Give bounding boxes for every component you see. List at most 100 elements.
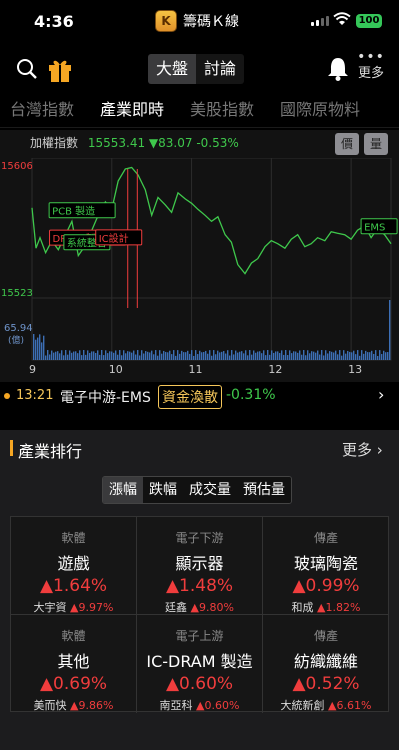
- volume-bar: [325, 350, 327, 360]
- stock-name: 和成: [291, 601, 314, 614]
- volume-toggle-button[interactable]: 量: [364, 133, 388, 155]
- industry-change: ▲0.60%: [165, 674, 234, 694]
- volume-bar: [281, 350, 283, 360]
- volume-bar: [107, 353, 109, 360]
- ranking-title: 產業排行: [18, 442, 83, 461]
- leading-stock: 南亞科 ▲0.60%: [137, 697, 262, 713]
- stock-change: ▲0.60%: [196, 699, 240, 712]
- tab-taiwan-index[interactable]: 台灣指數: [10, 96, 74, 127]
- industry-name: 紡織纖維: [293, 652, 358, 671]
- volume-bar: [95, 352, 97, 360]
- sort-tab-volume[interactable]: 成交量: [183, 477, 237, 503]
- volume-bar: [159, 350, 161, 360]
- stock-change: ▲9.86%: [70, 699, 114, 712]
- volume-bar: [279, 353, 281, 360]
- volume-bar: [327, 353, 329, 360]
- volume-bar: [117, 354, 119, 360]
- industry-category: 軟體: [61, 629, 86, 643]
- leading-stock: 和成 ▲1.82%: [263, 599, 389, 615]
- ranking-header: 產業排行 更多 ›: [0, 430, 399, 470]
- volume-bar: [39, 334, 41, 360]
- price-toggle-button[interactable]: 價: [335, 133, 359, 155]
- intraday-chart[interactable]: 15606 15523 65.94 (億) PCB 製造DRAM 製造系統整合I…: [0, 158, 399, 378]
- sort-tabs: 漲幅 跌幅 成交量 預估量: [102, 476, 292, 504]
- volume-bar: [255, 352, 257, 360]
- volume-bar: [285, 350, 287, 360]
- stock-name: 美而快: [33, 699, 67, 712]
- volume-bar: [197, 354, 199, 360]
- volume-bar: [373, 353, 375, 360]
- bell-icon[interactable]: [326, 56, 350, 82]
- volume-bar: [319, 354, 321, 360]
- volume-bar: [253, 350, 255, 360]
- industry-category: 軟體: [61, 531, 86, 545]
- volume-bar: [135, 354, 137, 360]
- volume-bar: [151, 350, 153, 360]
- volume-bar: [75, 351, 77, 360]
- news-dot-icon: [4, 393, 10, 399]
- search-icon[interactable]: [16, 58, 38, 80]
- industry-cell[interactable]: 電子上游 IC-DRAM 製造 ▲0.60% 南亞科 ▲0.60%: [137, 615, 263, 713]
- volume-bar: [49, 354, 51, 360]
- industry-name: IC-DRAM 製造: [146, 652, 253, 671]
- index-value: 15553.41 ▼83.07 -0.53%: [87, 136, 239, 150]
- volume-bar: [275, 351, 277, 360]
- tab-industry-live[interactable]: 產業即時: [100, 96, 164, 127]
- industry-cell[interactable]: 軟體 其他 ▲0.69% 美而快 ▲9.86%: [11, 615, 137, 713]
- industry-cell[interactable]: 傳產 紡織纖維 ▲0.52% 大統新創 ▲6.61%: [263, 615, 389, 713]
- industry-cell[interactable]: 電子下游 顯示器 ▲1.48% 廷鑫 ▲9.80%: [137, 517, 263, 615]
- gift-icon[interactable]: [47, 57, 73, 83]
- volume-bar: [191, 350, 193, 360]
- volume-bar: [181, 350, 183, 360]
- volume-bar: [163, 350, 165, 360]
- index-summary: 加權指數 15553.41 ▼83.07 -0.53%: [30, 134, 239, 151]
- volume-bar: [167, 352, 169, 360]
- industry-cell[interactable]: 傳產 玻璃陶瓷 ▲0.99% 和成 ▲1.82%: [263, 517, 389, 615]
- news-time: 13:21: [16, 388, 54, 403]
- tab-discussion[interactable]: 討論: [196, 54, 245, 84]
- volume-bar: [323, 355, 325, 360]
- news-change: -0.31%: [226, 387, 276, 403]
- volume-bar: [61, 350, 63, 360]
- sort-tab-loss[interactable]: 跌幅: [143, 477, 183, 503]
- volume-bar: [77, 353, 79, 360]
- volume-bar: [87, 350, 89, 360]
- tab-us-index[interactable]: 美股指數: [190, 96, 254, 127]
- volume-bar: [257, 351, 259, 360]
- volume-bar: [109, 351, 111, 360]
- more-menu-button[interactable]: ••• 更多: [357, 50, 385, 81]
- news-tag: 資金渙散: [158, 385, 222, 409]
- volume-bar: [385, 352, 387, 360]
- volume-bar: [175, 355, 177, 360]
- volume-bar: [105, 350, 107, 360]
- industry-cell[interactable]: 軟體 遊戲 ▲1.64% 大宇資 ▲9.97%: [11, 517, 137, 615]
- volume-bar: [219, 352, 221, 360]
- volume-bar: [239, 351, 241, 360]
- industry-category: 電子上游: [175, 629, 224, 643]
- market-segment: 大盤 討論: [148, 54, 245, 84]
- volume-bar: [367, 352, 369, 360]
- ranking-panel: 漲幅 跌幅 成交量 預估量 軟體 遊戲 ▲1.64% 大宇資 ▲9.97% 電子下游 顯示…: [0, 470, 399, 750]
- stock-change: ▲6.61%: [328, 699, 372, 712]
- tab-commodities[interactable]: 國際原物料: [280, 96, 360, 127]
- volume-bar: [223, 351, 225, 360]
- ranking-more-link[interactable]: 更多 ›: [342, 439, 383, 460]
- chevron-right-icon[interactable]: ›: [378, 385, 384, 404]
- volume-bar: [171, 354, 173, 360]
- index-price-line: [31, 166, 392, 275]
- volume-bar: [111, 351, 113, 360]
- volume-bar: [309, 353, 311, 360]
- news-ticker[interactable]: 13:21 電子中游-EMS 資金渙散 -0.31% ›: [0, 385, 399, 409]
- sort-tab-gain[interactable]: 漲幅: [103, 477, 143, 503]
- volume-bar: [303, 350, 305, 360]
- volume-bar: [377, 355, 379, 360]
- sort-tab-estimate[interactable]: 預估量: [237, 477, 291, 503]
- tab-market[interactable]: 大盤: [148, 54, 197, 84]
- top-toolbar: 大盤 討論 ••• 更多: [0, 48, 399, 92]
- volume-bar: [269, 354, 271, 360]
- industry-name: 遊戲: [57, 554, 90, 573]
- volume-bar: [91, 351, 93, 360]
- volume-bar: [57, 351, 59, 360]
- volume-bar: [313, 351, 315, 360]
- x-tick-label: 11: [189, 363, 203, 376]
